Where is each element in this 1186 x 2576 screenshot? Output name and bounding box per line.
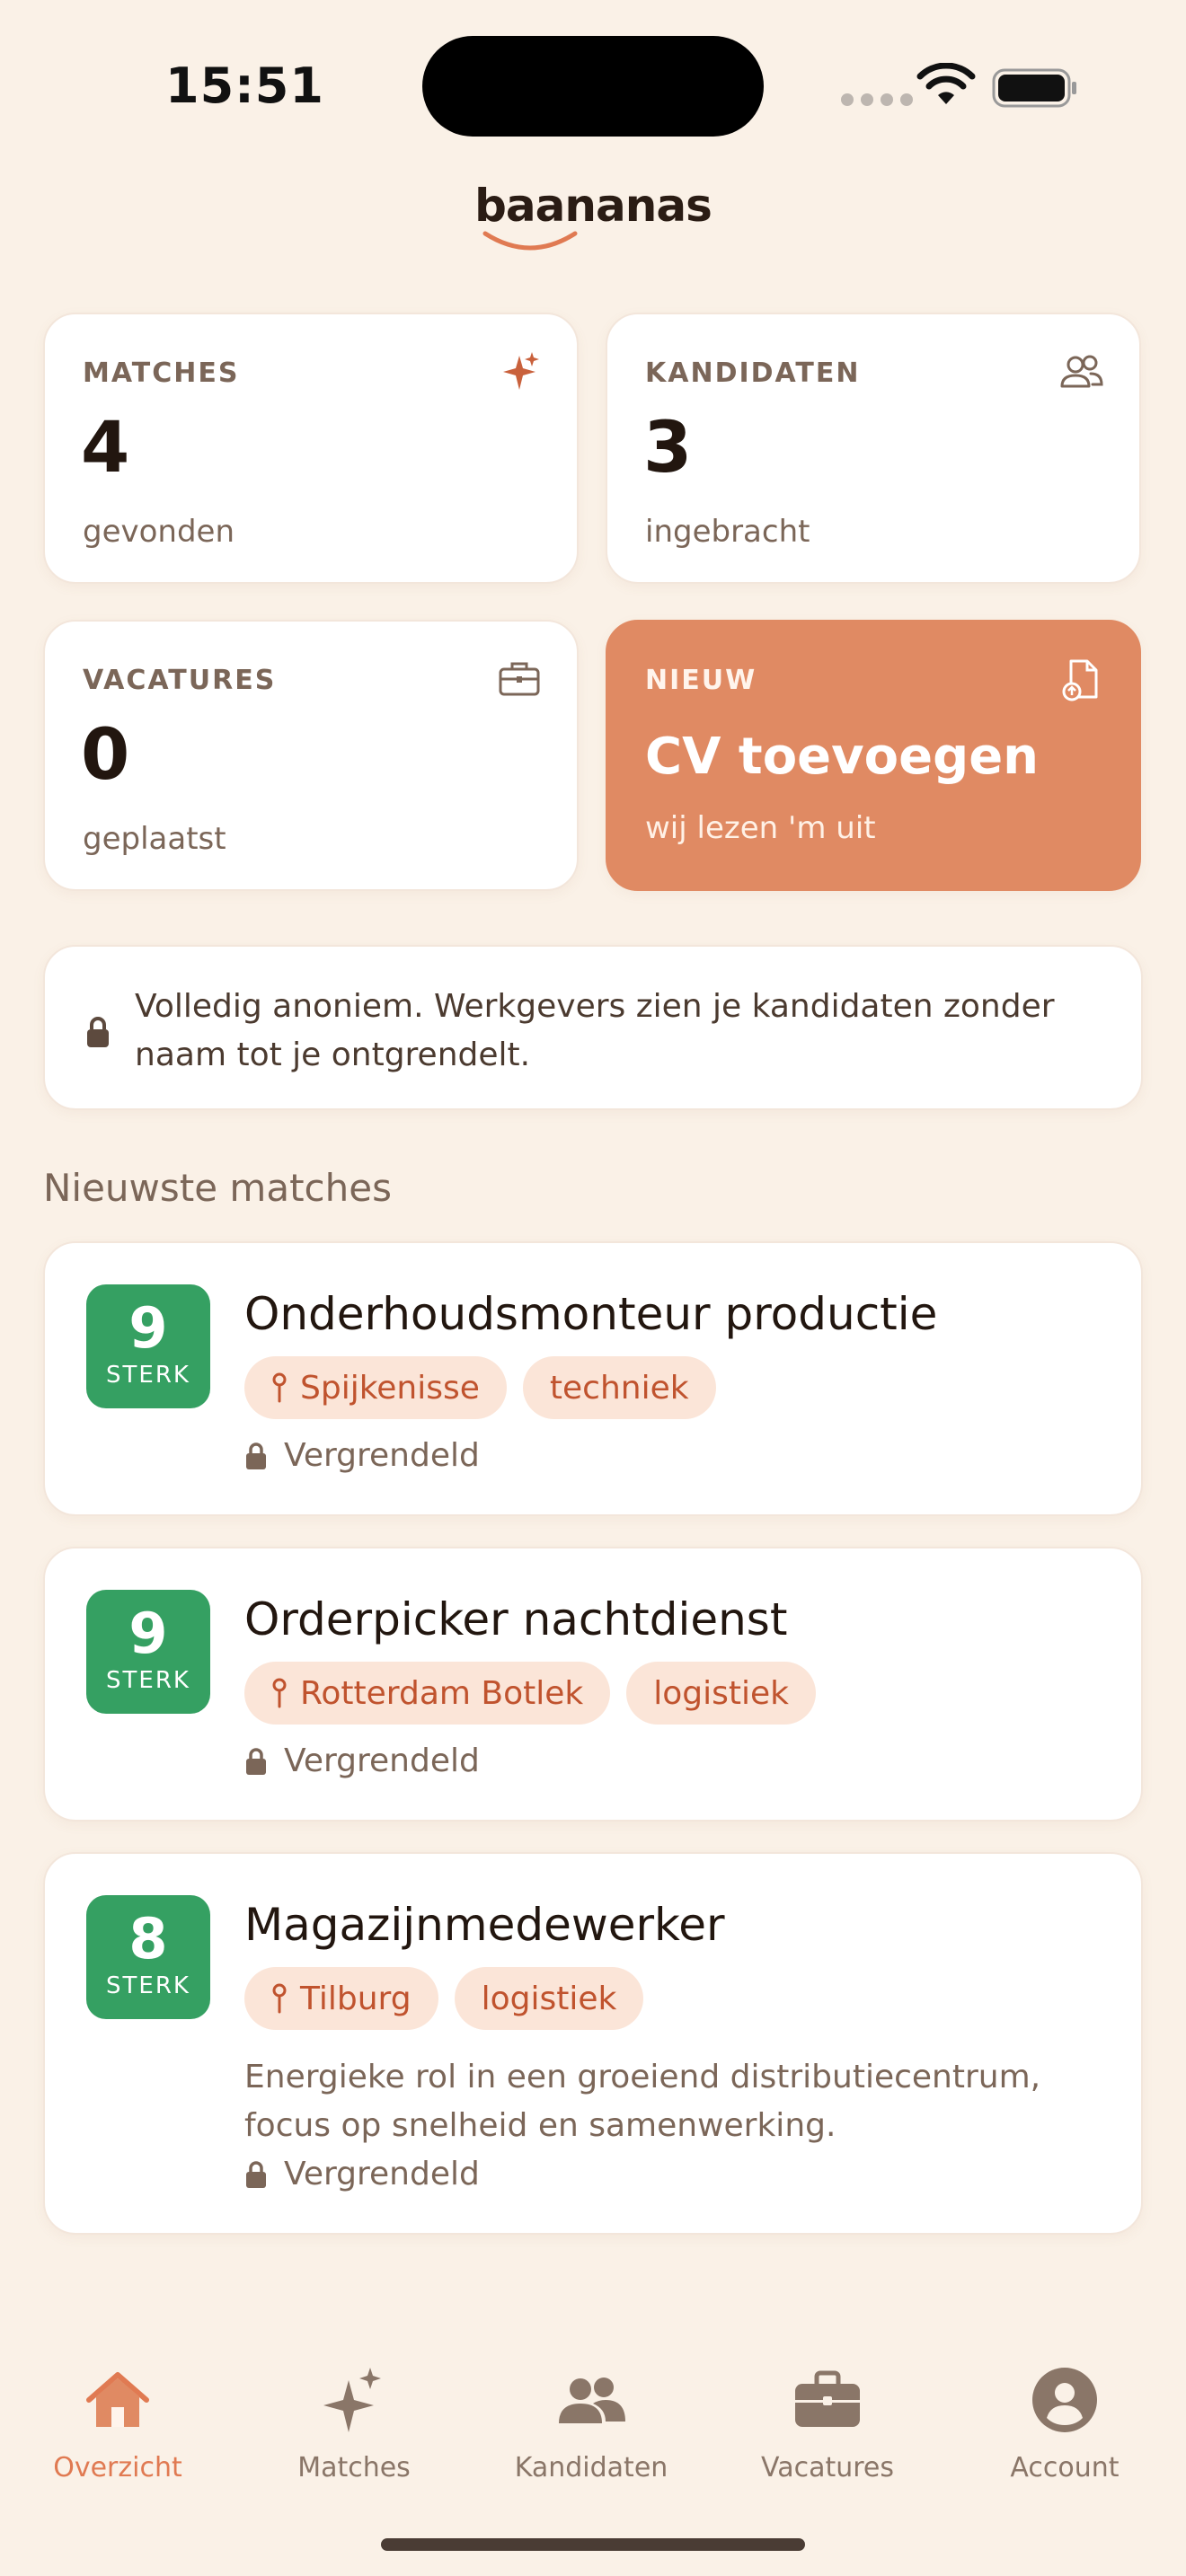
stat-subtitle: gevonden <box>83 514 235 550</box>
locked-label: Vergrendeld <box>284 1742 480 1779</box>
locked-status: Vergrendeld <box>244 1742 480 1779</box>
locked-label: Vergrendeld <box>284 2156 480 2192</box>
dynamic-island <box>422 36 764 137</box>
wifi-icon <box>916 63 976 104</box>
locked-status: Vergrendeld <box>244 2156 480 2192</box>
tab-vacatures[interactable]: Vacatures <box>729 2364 926 2483</box>
stat-card-vacatures[interactable]: VACATURES 0 geplaatst <box>43 620 579 891</box>
category-tag: techniek <box>522 1356 716 1419</box>
locked-status: Vergrendeld <box>244 1437 480 1474</box>
tab-label: Account <box>1010 2452 1120 2483</box>
lock-icon <box>246 2160 266 2188</box>
sparkle-icon <box>503 352 539 390</box>
match-description: Energieke rol in een groeiend distributi… <box>244 2059 1041 2144</box>
stat-value: 4 <box>81 408 130 489</box>
stat-value: 3 <box>643 408 693 489</box>
pin-icon <box>272 1983 287 2014</box>
category-label: logistiek <box>653 1674 789 1712</box>
stat-label: KANDIDATEN <box>645 357 861 389</box>
stat-subtitle: ingebracht <box>645 514 810 550</box>
location-label: Rotterdam Botlek <box>300 1674 584 1712</box>
lock-icon <box>246 1747 266 1775</box>
match-score-label: STERK <box>106 1362 190 1389</box>
cta-subtitle: wij lezen 'm uit <box>645 810 876 846</box>
status-bar: 15:51 <box>0 0 1186 180</box>
match-tags: Spijkenisse techniek <box>244 1356 716 1419</box>
battery-icon <box>992 68 1076 108</box>
home-indicator <box>381 2538 805 2551</box>
match-score-badge: 9 STERK <box>86 1284 210 1408</box>
locked-label: Vergrendeld <box>284 1437 480 1474</box>
notice-text: Volledig anoniem. Werkgevers zien je kan… <box>135 988 1055 1073</box>
location-tag: Rotterdam Botlek <box>244 1662 611 1725</box>
location-tag: Tilburg <box>244 1967 438 2030</box>
match-title: Orderpicker nachtdienst <box>244 1593 788 1645</box>
match-score-badge: 9 STERK <box>86 1590 210 1714</box>
pin-icon <box>272 1678 287 1708</box>
match-card[interactable]: 8 STERK Magazijnmedewerker Tilburg logis… <box>43 1852 1143 2235</box>
briefcase-icon <box>795 2370 860 2427</box>
tab-matches[interactable]: Matches <box>255 2364 453 2483</box>
people-icon <box>559 2378 625 2423</box>
match-card[interactable]: 9 STERK Onderhoudsmonteur productie Spij… <box>43 1241 1143 1516</box>
match-title: Magazijnmedewerker <box>244 1899 725 1951</box>
app-logo: baananas <box>0 180 1186 251</box>
match-score: 9 <box>128 1295 168 1361</box>
match-tags: Tilburg logistiek <box>244 1967 644 2030</box>
stat-card-kandidaten[interactable]: KANDIDATEN 3 ingebracht <box>606 313 1141 584</box>
pin-icon <box>272 1372 287 1403</box>
tab-label: Vacatures <box>761 2452 894 2483</box>
tab-overzicht[interactable]: Overzicht <box>19 2364 217 2483</box>
stat-value: 0 <box>81 715 130 796</box>
lock-icon <box>246 1442 266 1469</box>
match-tags: Rotterdam Botlek logistiek <box>244 1662 816 1725</box>
stat-subtitle: geplaatst <box>83 821 226 857</box>
briefcase-icon <box>499 662 540 696</box>
lock-icon <box>87 1017 109 1047</box>
category-label: techniek <box>549 1369 689 1407</box>
sparkle-icon <box>323 2368 381 2432</box>
people-icon <box>1060 355 1103 388</box>
section-title: Nieuwste matches <box>43 1166 392 1210</box>
stat-card-matches[interactable]: MATCHES 4 gevonden <box>43 313 579 584</box>
location-tag: Spijkenisse <box>244 1356 507 1419</box>
category-tag: logistiek <box>626 1662 816 1725</box>
stat-label: MATCHES <box>83 357 240 389</box>
match-score-badge: 8 STERK <box>86 1895 210 2019</box>
status-time: 15:51 <box>165 57 324 114</box>
match-score-label: STERK <box>106 1667 190 1694</box>
logo-smile <box>482 231 578 251</box>
logo-text: baananas <box>474 180 712 232</box>
match-score: 9 <box>128 1601 168 1666</box>
tab-label: Kandidaten <box>514 2452 668 2483</box>
match-score-label: STERK <box>106 1972 190 1999</box>
tab-label: Matches <box>297 2452 411 2483</box>
match-title: Onderhoudsmonteur productie <box>244 1288 938 1340</box>
stat-label: VACATURES <box>83 665 277 696</box>
anonymity-notice: Volledig anoniem. Werkgevers zien je kan… <box>43 945 1143 1110</box>
match-card[interactable]: 9 STERK Orderpicker nachtdienst Rotterda… <box>43 1547 1143 1822</box>
cellular-signal-icon <box>841 93 913 106</box>
category-tag: logistiek <box>454 1967 644 2030</box>
house-icon <box>86 2372 149 2427</box>
cta-title: CV toevoegen <box>645 728 1040 786</box>
category-label: logistiek <box>481 1980 617 2017</box>
tab-account[interactable]: Account <box>966 2364 1164 2483</box>
add-cv-button[interactable]: NIEUW CV toevoegen wij lezen 'm uit <box>606 620 1141 891</box>
location-label: Tilburg <box>300 1980 412 2017</box>
file-upload-icon <box>1062 659 1098 701</box>
location-label: Spijkenisse <box>300 1369 480 1407</box>
tab-kandidaten[interactable]: Kandidaten <box>492 2364 690 2483</box>
account-icon <box>1032 2368 1097 2432</box>
match-score: 8 <box>128 1906 168 1972</box>
tab-label: Overzicht <box>53 2452 182 2483</box>
cta-label: NIEUW <box>645 665 757 696</box>
